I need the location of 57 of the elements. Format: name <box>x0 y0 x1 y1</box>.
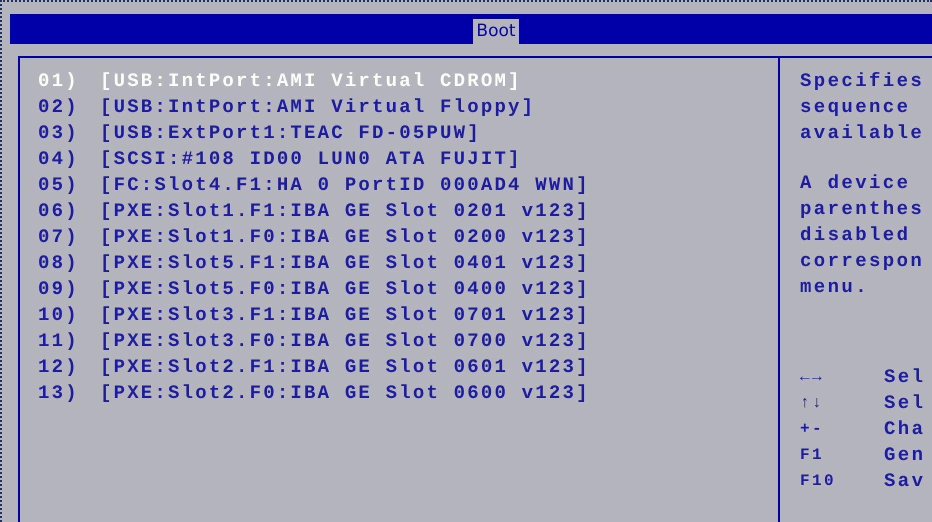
option-number: 01) <box>38 70 80 92</box>
key-label: F10 <box>800 472 838 490</box>
boot-device-label: [USB:IntPort:AMI Virtual Floppy] <box>100 96 536 118</box>
boot-device-label: [PXE:Slot2.F0:IBA GE Slot 0600 v123] <box>100 382 590 404</box>
key-action: Sel <box>884 392 926 414</box>
option-number: 04) <box>38 148 80 170</box>
boot-device-label: [PXE:Slot3.F1:IBA GE Slot 0701 v123] <box>100 304 590 326</box>
boot-device-label: [PXE:Slot2.F1:IBA GE Slot 0601 v123] <box>100 356 590 378</box>
option-number: 08) <box>38 252 80 274</box>
boot-device-label: [USB:IntPort:AMI Virtual CDROM] <box>100 70 522 92</box>
boot-device-label: [USB:ExtPort1:TEAC FD-05PUW] <box>100 122 481 144</box>
help-text-line: sequence <box>800 95 912 120</box>
help-text-line: Specifies <box>800 69 926 94</box>
help-text-line: parenthes <box>800 197 926 222</box>
help-text-line: correspon <box>800 249 926 274</box>
key-action: Gen <box>884 444 926 466</box>
boot-device-label: [FC:Slot4.F1:HA 0 PortID 000AD4 WWN] <box>100 174 590 196</box>
key-label: +- <box>800 420 826 438</box>
boot-device-label: [SCSI:#108 ID00 LUN0 ATA FUJIT] <box>100 148 522 170</box>
boot-option[interactable]: 04) [SCSI:#108 ID00 LUN0 ATA FUJIT] <box>38 146 778 172</box>
key-label: ↑↓ <box>800 394 826 412</box>
boot-device-label: [PXE:Slot1.F1:IBA GE Slot 0201 v123] <box>100 200 590 222</box>
boot-option[interactable]: 11) [PXE:Slot3.F0:IBA GE Slot 0700 v123] <box>38 328 778 354</box>
boot-option[interactable]: 07) [PXE:Slot1.F0:IBA GE Slot 0200 v123] <box>38 224 778 250</box>
key-label: ←→ <box>800 368 826 386</box>
option-number: 05) <box>38 174 80 196</box>
boot-option[interactable]: 13) [PXE:Slot2.F0:IBA GE Slot 0600 v123] <box>38 380 778 406</box>
boot-option[interactable]: 08) [PXE:Slot5.F1:IBA GE Slot 0401 v123] <box>38 250 778 276</box>
key-action: Cha <box>884 418 926 440</box>
key-action: Sav <box>884 470 926 492</box>
boot-option[interactable]: 10) [PXE:Slot3.F1:IBA GE Slot 0701 v123] <box>38 302 778 328</box>
boot-option[interactable]: 09) [PXE:Slot5.F0:IBA GE Slot 0400 v123] <box>38 276 778 302</box>
option-number: 09) <box>38 278 80 300</box>
help-text-line: menu. <box>800 275 870 300</box>
boot-option[interactable]: 06) [PXE:Slot1.F1:IBA GE Slot 0201 v123] <box>38 198 778 224</box>
boot-device-label: [PXE:Slot3.F0:IBA GE Slot 0700 v123] <box>100 330 590 352</box>
option-number: 07) <box>38 226 80 248</box>
option-number: 10) <box>38 304 80 326</box>
key-action: Sel <box>884 366 926 388</box>
boot-option[interactable]: 03) [USB:ExtPort1:TEAC FD-05PUW] <box>38 120 778 146</box>
option-number: 13) <box>38 382 80 404</box>
help-text-line: disabled <box>800 223 912 248</box>
help-text-line: A device <box>800 171 912 196</box>
boot-device-label: [PXE:Slot5.F0:IBA GE Slot 0400 v123] <box>100 278 590 300</box>
option-number: 11) <box>38 330 80 352</box>
key-label: F1 <box>800 446 826 464</box>
option-number: 02) <box>38 96 80 118</box>
option-number: 03) <box>38 122 80 144</box>
option-number: 12) <box>38 356 80 378</box>
boot-device-label: [PXE:Slot5.F1:IBA GE Slot 0401 v123] <box>100 252 590 274</box>
boot-device-label: [PXE:Slot1.F0:IBA GE Slot 0200 v123] <box>100 226 590 248</box>
boot-tab[interactable]: Boot <box>473 19 519 44</box>
boot-option[interactable]: 02) [USB:IntPort:AMI Virtual Floppy] <box>38 94 778 120</box>
boot-option[interactable]: 05) [FC:Slot4.F1:HA 0 PortID 000AD4 WWN] <box>38 172 778 198</box>
boot-option[interactable]: 12) [PXE:Slot2.F1:IBA GE Slot 0601 v123] <box>38 354 778 380</box>
help-text-line: available <box>800 121 926 146</box>
option-number: 06) <box>38 200 80 222</box>
